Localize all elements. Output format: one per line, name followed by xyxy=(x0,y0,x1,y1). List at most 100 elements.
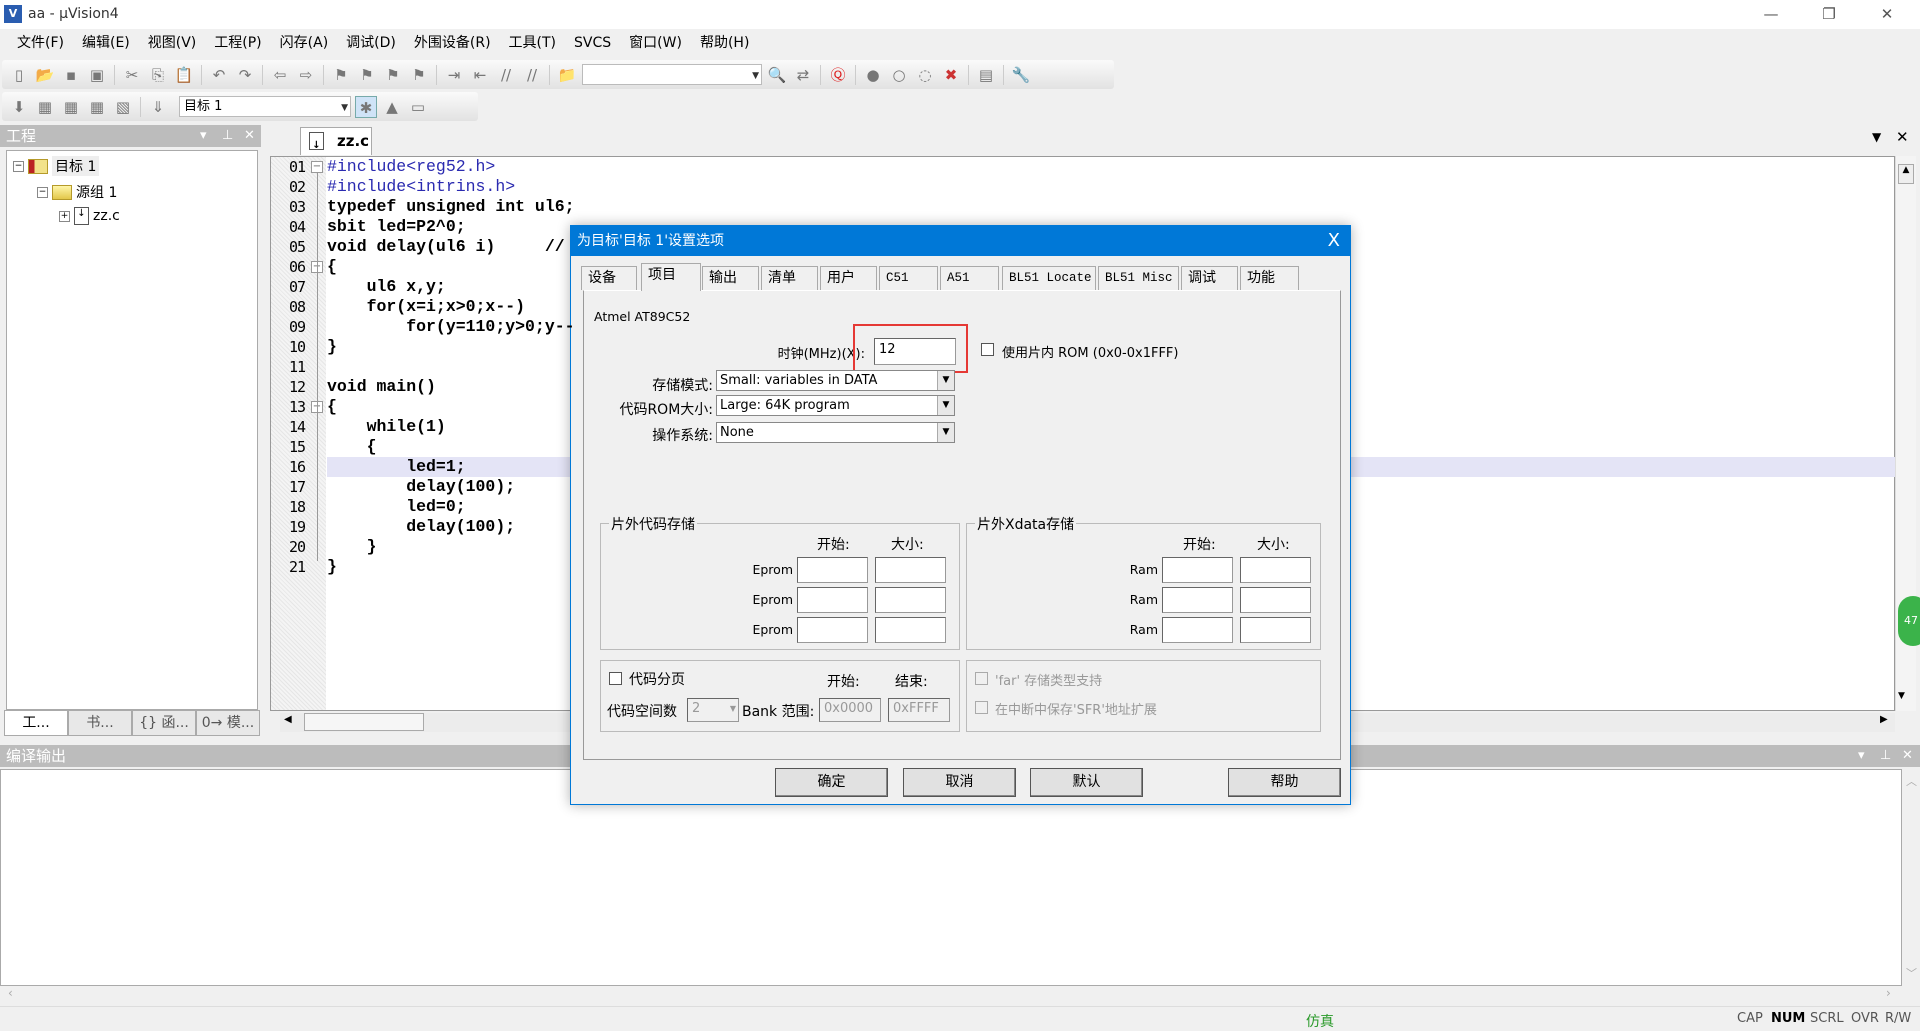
start-input[interactable] xyxy=(1162,557,1233,583)
fold-collapse-icon[interactable]: − xyxy=(311,161,323,173)
output-horizontal-scrollbar[interactable]: ‹ › xyxy=(0,986,1920,1004)
tab-8[interactable]: BL51 Misc xyxy=(1098,266,1179,290)
open-folder-icon[interactable]: 📂 xyxy=(34,64,56,86)
os-select[interactable]: None ▼ xyxy=(716,422,955,443)
menu-item-3[interactable]: 工程(P) xyxy=(205,29,270,57)
code-line[interactable]: void delay(ul6 i) // xyxy=(327,237,575,257)
minimize-button[interactable]: — xyxy=(1748,0,1794,29)
tab-functions[interactable]: {} 函... xyxy=(132,710,196,736)
dropdown-icon[interactable]: ▾ xyxy=(1858,745,1865,767)
size-input[interactable] xyxy=(1240,557,1311,583)
use-onchip-rom-checkbox[interactable] xyxy=(981,343,994,356)
tab-project[interactable]: 工... xyxy=(4,710,68,736)
menu-item-6[interactable]: 外围设备(R) xyxy=(405,29,500,57)
tree-item-target[interactable]: − 目标 1 xyxy=(13,156,100,176)
scroll-up-icon[interactable]: ▲ xyxy=(1898,164,1914,184)
batch-build-icon[interactable]: ▦ xyxy=(86,96,108,118)
debug-start-icon[interactable]: Ⓠ xyxy=(827,64,849,86)
target-select[interactable]: 目标 1 ▼ xyxy=(179,96,351,117)
menu-item-2[interactable]: 视图(V) xyxy=(139,29,206,57)
menu-item-4[interactable]: 闪存(A) xyxy=(271,29,338,57)
code-line[interactable]: void main() xyxy=(327,377,436,397)
scroll-left-icon[interactable]: ◀ xyxy=(284,714,292,725)
code-line[interactable]: for(y=110;y>0;y-- xyxy=(327,317,574,337)
code-line[interactable]: } xyxy=(327,337,337,357)
code-line[interactable]: #include<reg52.h> xyxy=(327,157,495,177)
code-line[interactable]: } xyxy=(327,537,377,557)
code-line[interactable]: for(x=i;x>0;x--) xyxy=(327,297,525,317)
manage-components-icon[interactable]: ▲ xyxy=(381,96,403,118)
floating-badge[interactable]: 47 xyxy=(1898,596,1920,646)
scroll-down-icon[interactable]: ▼ xyxy=(1898,691,1905,701)
tab-9[interactable]: 调试 xyxy=(1181,266,1238,290)
find-replace-icon[interactable]: ⇄ xyxy=(792,64,814,86)
cut-icon[interactable]: ✂ xyxy=(121,64,143,86)
code-line[interactable]: } xyxy=(327,557,337,577)
code-line[interactable]: typedef unsigned int ul6; xyxy=(327,197,575,217)
menu-item-0[interactable]: 文件(F) xyxy=(8,29,73,57)
ok-button[interactable]: 确定 xyxy=(775,768,888,797)
bank-range-start-input[interactable]: 0x0000 xyxy=(819,698,881,722)
unindent-icon[interactable]: ⇤ xyxy=(469,64,491,86)
save-all-icon[interactable]: ▣ xyxy=(86,64,108,86)
comment-icon[interactable]: // xyxy=(495,64,517,86)
redo-icon[interactable]: ↷ xyxy=(234,64,256,86)
memory-model-select[interactable]: Small: variables in DATA ▼ xyxy=(716,370,955,391)
far-support-checkbox[interactable] xyxy=(975,672,988,685)
code-line[interactable]: while(1) xyxy=(327,417,446,437)
uncomment-icon[interactable]: // xyxy=(521,64,543,86)
build-icon[interactable]: ▦ xyxy=(34,96,56,118)
default-button[interactable]: 默认 xyxy=(1030,768,1143,797)
menu-item-1[interactable]: 编辑(E) xyxy=(73,29,139,57)
breakpoint-enable-icon[interactable]: ○ xyxy=(888,64,910,86)
scroll-right-icon[interactable]: ▶ xyxy=(1880,714,1888,725)
menu-item-10[interactable]: 帮助(H) xyxy=(691,29,758,57)
bookmark-prev-icon[interactable]: ⚑ xyxy=(356,64,378,86)
tree-item-file[interactable]: + ↓ zz.c xyxy=(59,207,120,225)
menu-item-8[interactable]: SVCS xyxy=(565,29,620,57)
code-line[interactable]: { xyxy=(327,397,337,417)
window-layout-icon[interactable]: ▤ xyxy=(975,64,997,86)
dialog-close-button[interactable]: X xyxy=(1328,226,1340,256)
tab-0[interactable]: 设备 xyxy=(581,266,637,290)
translate-icon[interactable]: ⬇ xyxy=(8,96,30,118)
dropdown-icon[interactable]: ▾ xyxy=(200,125,207,147)
file-extensions-icon[interactable]: ▭ xyxy=(407,96,429,118)
stop-build-icon[interactable]: ▧ xyxy=(112,96,134,118)
find-in-files-icon[interactable]: 📁 xyxy=(556,64,578,86)
code-line[interactable]: #include<intrins.h> xyxy=(327,177,515,197)
scroll-thumb[interactable] xyxy=(304,713,424,731)
code-line[interactable]: delay(100); xyxy=(327,477,515,497)
tab-4[interactable]: 用户 xyxy=(820,266,877,290)
collapse-icon[interactable]: − xyxy=(37,186,48,198)
start-input[interactable] xyxy=(797,617,868,643)
bank-range-end-input[interactable]: 0xFFFF xyxy=(888,698,950,722)
tab-3[interactable]: 清单 xyxy=(761,266,818,290)
code-line[interactable]: led=0; xyxy=(327,497,465,517)
tab-1[interactable]: 项目 xyxy=(641,263,701,291)
save-sfr-checkbox[interactable] xyxy=(975,701,988,714)
undo-icon[interactable]: ↶ xyxy=(208,64,230,86)
nav-forward-icon[interactable]: ⇨ xyxy=(295,64,317,86)
start-input[interactable] xyxy=(797,557,868,583)
tab-6[interactable]: A51 xyxy=(940,266,999,290)
breakpoint-insert-icon[interactable]: ● xyxy=(862,64,884,86)
download-icon[interactable]: ⇓ xyxy=(147,96,169,118)
output-vertical-scrollbar[interactable]: ︿ ﹀ xyxy=(1902,769,1920,986)
paste-icon[interactable]: 📋 xyxy=(173,64,195,86)
code-rom-select[interactable]: Large: 64K program ▼ xyxy=(716,395,955,416)
close-icon[interactable]: ✕ xyxy=(1902,745,1913,767)
code-line[interactable]: led=1; xyxy=(327,457,465,477)
tab-5[interactable]: C51 xyxy=(879,266,938,290)
target-options-icon[interactable]: ✱ xyxy=(355,95,377,118)
new-file-icon[interactable]: ▯ xyxy=(8,64,30,86)
breakpoint-kill-icon[interactable]: ✖ xyxy=(940,64,962,86)
tree-item-group[interactable]: − 源组 1 xyxy=(37,182,117,202)
code-line[interactable]: { xyxy=(327,437,377,457)
tab-books[interactable]: 书... xyxy=(68,710,132,736)
start-input[interactable] xyxy=(797,587,868,613)
pin-icon[interactable]: ⊥ xyxy=(222,125,233,147)
code-line[interactable]: sbit led=P2^0; xyxy=(327,217,466,237)
code-banking-checkbox[interactable] xyxy=(609,672,622,685)
restore-button[interactable]: ❐ xyxy=(1806,0,1852,29)
